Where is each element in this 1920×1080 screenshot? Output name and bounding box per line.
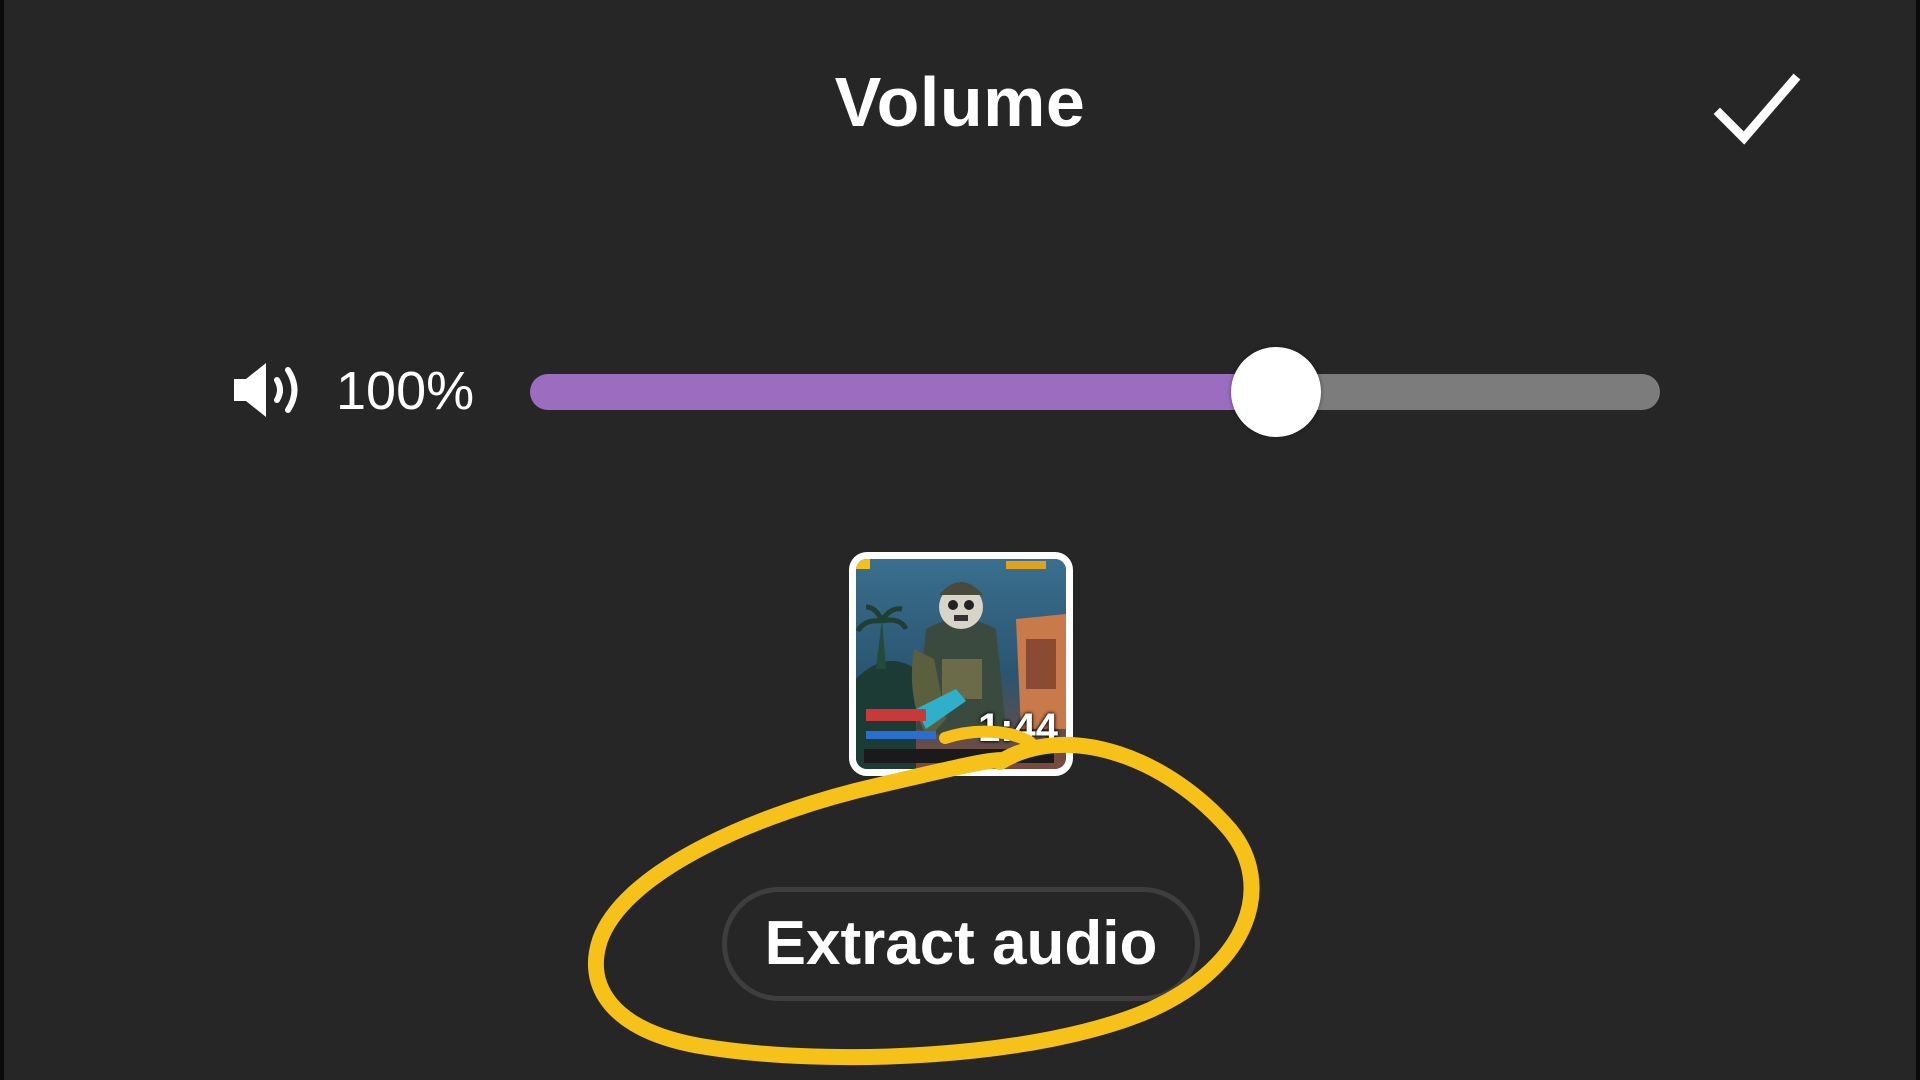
screen-edge-right (1916, 0, 1920, 1080)
confirm-button[interactable] (1710, 62, 1804, 152)
volume-slider[interactable] (530, 347, 1660, 437)
checkmark-icon (1713, 73, 1801, 145)
slider-fill (530, 374, 1276, 410)
slider-track[interactable] (530, 374, 1660, 410)
clip-duration-label: 1:44 (977, 706, 1058, 750)
volume-screen: Volume 100% 1:44 Extract audio (0, 0, 1920, 1080)
video-clip-thumbnail[interactable]: 1:44 (849, 552, 1073, 776)
volume-percent-label: 100% (336, 361, 475, 421)
screen-edge-left (0, 0, 4, 1080)
extract-audio-button[interactable]: Extract audio (722, 887, 1200, 1001)
slider-thumb[interactable] (1231, 347, 1321, 437)
page-title: Volume (834, 63, 1086, 141)
speaker-icon[interactable] (230, 361, 310, 419)
volume-row: 100% (0, 340, 1920, 440)
